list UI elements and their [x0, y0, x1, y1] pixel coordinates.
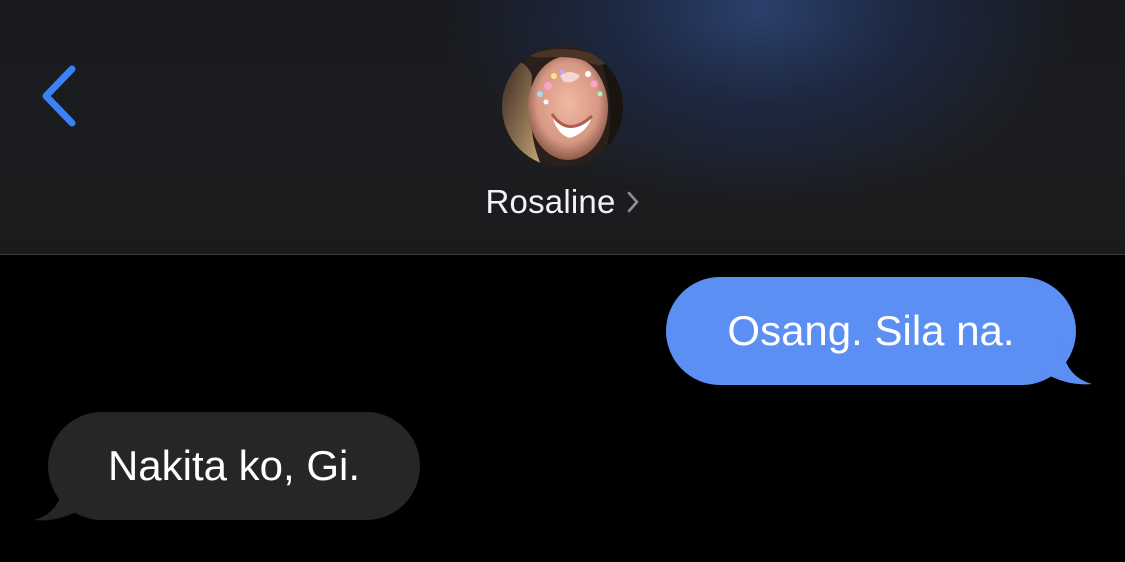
message-text: Osang. Sila na.	[727, 307, 1015, 354]
contact-info-button[interactable]: Rosaline	[0, 180, 1125, 224]
conversation-header: Rosaline	[0, 0, 1125, 254]
back-button[interactable]	[30, 58, 86, 134]
chevron-right-icon	[626, 190, 640, 214]
contact-photo	[502, 46, 623, 167]
avatar[interactable]	[502, 46, 623, 167]
header-divider	[0, 254, 1125, 255]
messages-screen: Rosaline Osang. Sila na. Nakita ko, Gi.	[0, 0, 1125, 562]
sent-bubble-tail	[1040, 340, 1092, 385]
received-bubble-tail	[34, 476, 86, 521]
sent-message-bubble[interactable]: Osang. Sila na.	[666, 277, 1076, 385]
chevron-left-icon	[42, 65, 76, 127]
message-text: Nakita ko, Gi.	[107, 442, 361, 489]
received-message-bubble[interactable]: Nakita ko, Gi.	[48, 412, 420, 520]
contact-name: Rosaline	[485, 183, 616, 220]
